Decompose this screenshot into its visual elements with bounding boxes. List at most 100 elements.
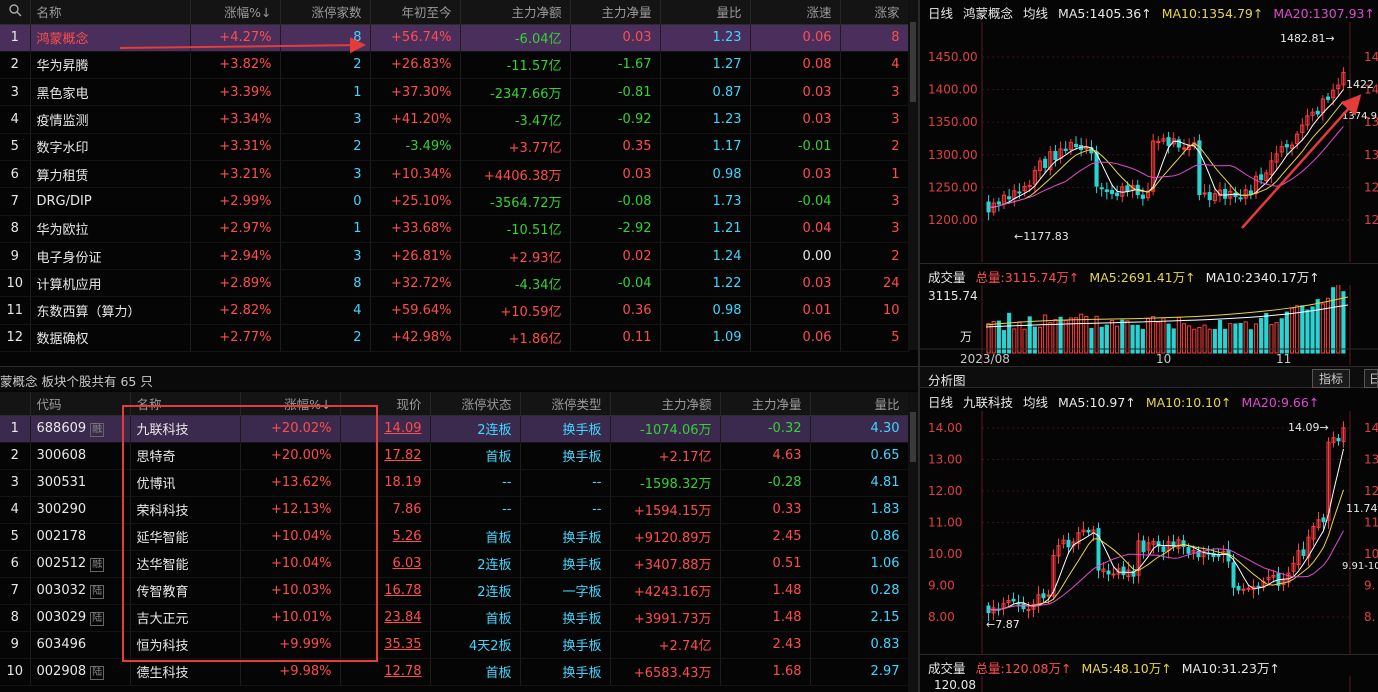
sector-row[interactable]: 7 DRG/DIP +2.99% 0 +25.10% -3564.72万 -0.08 1.73… [0, 187, 909, 216]
vol-max-label: 120.08 [934, 678, 976, 692]
volume-bar [1109, 319, 1115, 354]
sector-net: -3.47亿 [460, 105, 571, 134]
sector-row[interactable]: 11 东数西算（算力） +2.82% 4 +59.64% +10.59亿 0.36 0.98 0… [0, 296, 909, 325]
chart1-candlestick[interactable]: 1450.00 141400.00 141350.00 131300.00 131250… [920, 22, 1378, 262]
sector-row[interactable]: 1 鸿蒙概念 +4.27% 8 +56.74% -6.04亿 0.03 1.23 0.06 8 [0, 24, 909, 52]
col-header-speed[interactable]: 涨速 [750, 0, 841, 25]
stock-table-scrollbar[interactable] [908, 392, 918, 692]
chart1-volume[interactable]: 3115.74 万 2023/08 10 11 [920, 285, 1378, 365]
candle-body [1141, 540, 1146, 553]
sector-speed: -0.01 [750, 133, 841, 161]
stock-pct: +9.98% [240, 658, 341, 686]
sector-row[interactable]: 12 数据确权 +2.77% 2 +42.98% +1.86亿 0.11 1.09 0.06 5 [0, 324, 909, 353]
col-header-pct[interactable]: 涨幅%↓ [190, 0, 281, 25]
chart2-vol-title: 成交量 [928, 661, 966, 676]
col-header-price[interactable]: 现价 [340, 392, 431, 416]
stock-netv: -0.32 [720, 415, 811, 443]
sector-row[interactable]: 5 数字水印 +3.31% 2 -3.49% +3.77亿 0.35 1.17 -0.01 2 [0, 133, 909, 161]
y-tick-label-right: 8. [1364, 610, 1375, 624]
sector-row[interactable]: 10 计算机应用 +2.89% 8 +32.72% -4.34亿 -0.04 1.22 0.03… [0, 269, 909, 298]
volume-bar [1161, 317, 1166, 354]
stock-row[interactable]: 6 002512 融达华智能 +10.04% 6.03 2连板 换手板 +3407.88万 0.… [0, 550, 909, 578]
stock-row[interactable]: 2 300608 思特奇 +20.00% 17.82 首板 换手板 +2.17亿 4.63 0.6… [0, 442, 909, 470]
sector-row[interactable]: 3 黑色家电 +3.39% 1 +37.30% -2347.66万 -0.81 0.87 0.0… [0, 78, 909, 107]
sector-row[interactable]: 4 疫情监测 +3.34% 3 +41.20% -3.47亿 -0.92 1.23 0.03 3 [0, 105, 909, 134]
chart2-period[interactable]: 日线 [928, 395, 953, 410]
col-header-code[interactable]: 代码 [30, 392, 131, 416]
sector-speed: 0.06 [750, 324, 841, 353]
left-panel: 名称 涨幅%↓ 涨停家数 年初至今 主力净额 主力净量 量比 涨速 涨家 1 鸿蒙… [0, 0, 918, 692]
stock-row[interactable]: 1 688609 融九联科技 +20.02% 14.09 2连板 换手板 -1074.06万 -… [0, 415, 909, 443]
col-header-stock-pct[interactable]: 涨幅%↓ [240, 392, 341, 416]
y-tick-label-right: 12 [1364, 484, 1378, 498]
stock-pct: +12.13% [240, 496, 341, 524]
chart2-volume[interactable]: 120.08 [920, 676, 1378, 692]
stock-limit-state: 2连板 [430, 577, 521, 605]
y-tick-label-right: 9. [1364, 579, 1375, 593]
sector-row[interactable]: 8 华为欧拉 +2.97% 1 +33.68% -10.51亿 -2.92 1.21 0.04 3 [0, 215, 909, 243]
candle-body [1236, 585, 1241, 591]
col-header-name[interactable]: 名称 [30, 0, 191, 25]
stock-row[interactable]: 8 003029 陆吉大正元 +10.01% 23.84 首板 换手板 +3991.73万 1.… [0, 604, 909, 632]
stock-row[interactable]: 4 300290 荣科科技 +12.13% 7.86 -- -- +1594.15万 0.33 1… [0, 496, 909, 524]
volume-bar [1248, 329, 1253, 354]
col-header-limit[interactable]: 涨停家数 [280, 0, 371, 25]
high-price-label: 14.09→ [1288, 421, 1329, 434]
stock-ratio: 0.65 [810, 442, 909, 470]
stock-row[interactable]: 3 300531 优博讯 +13.62% 18.19 -- -- -1598.32万 -0.28… [0, 469, 909, 497]
x-tick-label: 11 [1276, 352, 1291, 365]
col-header-stock-net[interactable]: 主力净额 [610, 392, 721, 416]
chart2-avg-label: 均线 [1023, 395, 1049, 410]
sector-speed: 0.03 [750, 160, 841, 189]
sector-limit-count: 1 [280, 215, 371, 243]
chart2-ma5: MA5:10.97↑ [1058, 395, 1136, 410]
sector-limit-count: 3 [280, 242, 371, 271]
sector-netv: 0.03 [570, 160, 661, 189]
sector-row[interactable]: 6 算力租赁 +3.21% 3 +10.34% +4406.38万 0.03 0.98 0.03… [0, 160, 909, 189]
col-header-stock-name[interactable]: 名称 [130, 392, 241, 416]
chart2-volume-title: 成交量 总量:120.08万↑ MA5:48.10万↑ MA10:31.23万↑ [920, 654, 1378, 676]
stock-code: 002908 陆 [30, 658, 131, 686]
stock-row[interactable]: 5 002178 延华智能 +10.04% 5.26 首板 换手板 +9120.89万 2.45… [0, 523, 909, 551]
x-tick-label: 10 [1156, 352, 1171, 365]
sector-speed: 0.03 [750, 78, 841, 107]
stock-row[interactable]: 7 003032 陆传智教育 +10.03% 16.78 2连板 一字板 +4243.16万 1… [0, 577, 909, 605]
candle-body [1104, 189, 1109, 193]
stock-limit-state: -- [430, 469, 521, 497]
sector-pct: +4.27% [190, 24, 281, 52]
stock-row[interactable]: 9 603496 恒为科技 +9.99% 35.35 4天2板 换手板 +2.74亿 2.43 0… [0, 631, 909, 659]
sector-ratio: 0.98 [660, 296, 751, 325]
col-header-ratio[interactable]: 量比 [660, 0, 751, 25]
col-header-netv[interactable]: 主力净量 [570, 0, 661, 25]
sector-name: 电子身份证 [30, 242, 191, 271]
col-header-limit-type[interactable]: 涨停类型 [520, 392, 611, 416]
col-header-stock-netv[interactable]: 主力净量 [720, 392, 811, 416]
col-header-up[interactable]: 涨家 [840, 0, 909, 25]
candle-body [1115, 192, 1120, 197]
stock-row[interactable]: 10 002908 陆德生科技 +9.98% 12.78 首板 换手板 +6583.43万 1.… [0, 658, 909, 686]
col-header-net[interactable]: 主力净额 [460, 0, 571, 25]
ma5-line [988, 448, 1344, 611]
search-icon[interactable] [0, 0, 31, 25]
col-header-stock-ratio[interactable]: 量比 [810, 392, 909, 416]
sector-table-scrollbar[interactable] [908, 0, 918, 350]
candle-body [1325, 96, 1331, 100]
stock-code: 688609 融 [30, 415, 131, 443]
stock-price: 18.19 [340, 469, 431, 497]
col-header-ytd[interactable]: 年初至今 [370, 0, 461, 25]
sector-up-count: 3 [840, 105, 909, 134]
chart1-period[interactable]: 日线 [928, 6, 953, 21]
chart2-candlestick[interactable]: 14.00 14 13.00 13 12.00 12 11.00 11 10.00 10 9.00 9… [920, 411, 1378, 654]
sector-netv: -1.67 [570, 51, 661, 80]
candle-body [1315, 110, 1320, 115]
candle-body [996, 201, 1001, 205]
period-button[interactable]: 日 [1364, 369, 1378, 388]
col-header-limit-state[interactable]: 涨停状态 [430, 392, 521, 416]
sector-pct: +2.89% [190, 269, 281, 298]
volume-bar [1217, 319, 1223, 354]
sector-row[interactable]: 9 电子身份证 +2.94% 3 +26.81% +2.93亿 0.02 1.24 0.00 2 [0, 242, 909, 271]
sector-up-count: 4 [840, 51, 909, 80]
sector-row[interactable]: 2 华为昇腾 +3.82% 2 +26.83% -11.57亿 -1.67 1.27 0.08 4 [0, 51, 909, 80]
row-index: 1 [0, 415, 31, 443]
indicator-button[interactable]: 指标 [1311, 369, 1350, 388]
